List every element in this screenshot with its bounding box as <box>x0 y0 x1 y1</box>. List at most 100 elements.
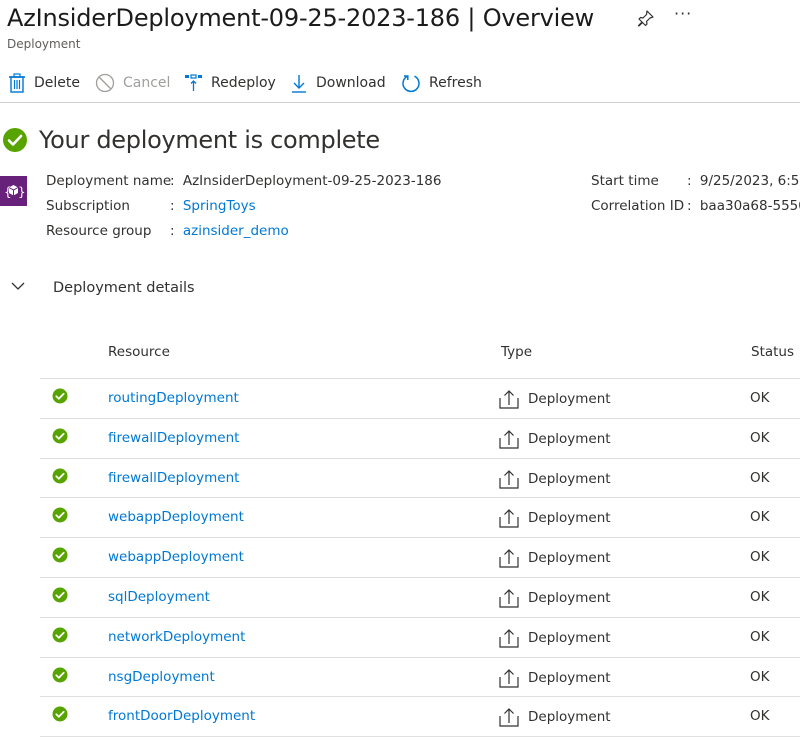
correlation-id-label: Correlation ID <box>591 198 685 214</box>
status-title: Your deployment is complete <box>39 126 380 154</box>
success-check-icon <box>3 128 27 152</box>
download-label: Download <box>316 75 386 91</box>
resource-link[interactable]: nsgDeployment <box>108 669 215 685</box>
deployment-resource-icon: { } <box>0 176 27 206</box>
table-row: firewallDeployment Deployment OK <box>40 417 800 458</box>
deployment-upload-icon <box>499 628 519 648</box>
table-row: networkDeployment Deployment OK <box>40 616 800 657</box>
success-check-icon <box>52 428 68 444</box>
redeploy-icon <box>185 74 202 91</box>
resource-link[interactable]: frontDoorDeployment <box>108 708 255 724</box>
refresh-icon <box>402 75 420 93</box>
type-cell: Deployment <box>498 706 611 728</box>
table-row: sqlDeployment Deployment OK <box>40 577 800 617</box>
deployment-upload-icon <box>499 589 519 608</box>
deployment-status-banner: Your deployment is complete <box>2 126 380 154</box>
page-header: AzInsiderDeployment-09-25-2023-186 | Ove… <box>7 0 594 36</box>
deployment-upload-icon <box>499 668 519 688</box>
download-icon <box>292 75 306 93</box>
correlation-id-field: Correlation ID <box>591 198 684 214</box>
deployment-upload-icon <box>499 429 519 449</box>
subscription-link[interactable]: SpringToys <box>183 198 256 214</box>
deployment-upload-icon <box>499 708 519 727</box>
type-cell: Deployment <box>498 667 611 689</box>
resource-group-value-wrap: : azinsider_demo <box>170 223 289 239</box>
status-cell: OK <box>750 509 770 526</box>
status-cell: OK <box>750 589 770 605</box>
table-row: firewallDeployment Deployment OK <box>40 457 800 498</box>
type-label: Deployment <box>528 709 611 726</box>
resource-link[interactable]: firewallDeployment <box>108 430 239 446</box>
success-check-icon <box>52 388 68 404</box>
status-cell: OK <box>750 628 770 645</box>
type-label: Deployment <box>528 391 611 407</box>
resource-link[interactable]: webappDeployment <box>108 549 244 565</box>
deployment-upload-icon <box>499 469 519 489</box>
deployment-name-value-wrap: : AzInsiderDeployment-09-25-2023-186 <box>170 173 441 189</box>
table-row: frontDoorDeployment Deployment OK <box>40 696 800 736</box>
success-check-icon <box>52 587 68 603</box>
separator: : <box>687 198 692 214</box>
status-cell: OK <box>750 668 770 685</box>
page-title: AzInsiderDeployment-09-25-2023-186 | Ove… <box>7 4 595 32</box>
status-cell: OK <box>750 429 770 446</box>
start-time-label: Start time <box>591 173 659 189</box>
table-row: webappDeployment Deployment OK <box>40 497 800 537</box>
table-row: nsgDeployment Deployment OK <box>40 656 800 697</box>
success-check-icon <box>52 547 68 563</box>
delete-button[interactable]: Delete <box>8 71 80 95</box>
subscription-label: Subscription <box>46 198 130 214</box>
subscription-field: Subscription <box>46 198 130 214</box>
deployment-details-toggle[interactable] <box>10 278 26 294</box>
refresh-button[interactable]: Refresh <box>401 71 482 95</box>
separator: : <box>687 173 692 189</box>
status-cell: OK <box>750 708 770 725</box>
resource-group-field: Resource group <box>46 223 151 239</box>
type-cell: Deployment <box>498 468 611 490</box>
cancel-button[interactable]: Cancel <box>95 71 170 95</box>
delete-label: Delete <box>34 75 80 91</box>
table-row: routingDeployment Deployment OK <box>40 378 800 418</box>
resource-link[interactable]: sqlDeployment <box>108 589 210 605</box>
chevron-down-icon <box>11 282 25 290</box>
column-header-resource[interactable]: Resource <box>108 344 170 360</box>
deployment-upload-icon <box>499 390 519 409</box>
resource-link[interactable]: routingDeployment <box>108 390 239 406</box>
refresh-label: Refresh <box>429 75 482 91</box>
success-check-icon <box>52 468 68 484</box>
deployment-name-label: Deployment name <box>46 173 172 189</box>
subscription-value-wrap: : SpringToys <box>170 198 256 214</box>
type-cell: Deployment <box>498 627 611 649</box>
resource-group-label: Resource group <box>46 223 152 239</box>
resource-link[interactable]: webappDeployment <box>108 509 244 525</box>
type-label: Deployment <box>528 590 611 606</box>
separator: : <box>170 173 175 189</box>
more-options-icon[interactable]: ··· <box>674 4 692 23</box>
start-time-field: Start time <box>591 173 659 189</box>
resource-link[interactable]: networkDeployment <box>108 629 245 645</box>
type-label: Deployment <box>528 669 611 686</box>
separator: : <box>170 223 175 239</box>
type-label: Deployment <box>528 629 611 646</box>
type-label: Deployment <box>528 510 611 527</box>
resource-link[interactable]: firewallDeployment <box>108 470 239 486</box>
column-header-status[interactable]: Status <box>751 344 794 360</box>
type-cell: Deployment <box>498 587 611 609</box>
correlation-id-value: baa30a68-5550 <box>699 198 800 214</box>
deployment-details-title: Deployment details <box>53 280 195 296</box>
separator: : <box>170 198 175 214</box>
pin-icon[interactable] <box>636 8 656 28</box>
deployment-name-value: AzInsiderDeployment-09-25-2023-186 <box>182 173 442 189</box>
type-label: Deployment <box>528 550 611 567</box>
grid-bottom-divider <box>40 736 800 738</box>
download-button[interactable]: Download <box>290 71 386 95</box>
redeploy-button[interactable]: Redeploy <box>184 71 276 95</box>
type-label: Deployment <box>528 430 611 447</box>
status-cell: OK <box>750 469 770 486</box>
resource-group-link[interactable]: azinsider_demo <box>183 223 289 239</box>
type-cell: Deployment <box>498 507 611 529</box>
success-check-icon <box>52 627 68 643</box>
deployment-upload-icon <box>499 549 519 568</box>
redeploy-label: Redeploy <box>211 75 276 91</box>
column-header-type[interactable]: Type <box>501 344 532 360</box>
